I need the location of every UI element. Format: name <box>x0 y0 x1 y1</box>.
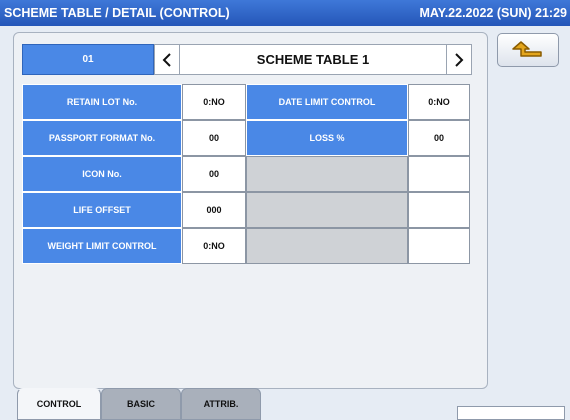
chevron-right-icon <box>455 52 464 67</box>
tab-attrib[interactable]: ATTRIB. <box>181 388 261 420</box>
icon-no-value[interactable]: 00 <box>182 156 246 192</box>
title-bar: SCHEME TABLE / DETAIL (CONTROL) MAY.22.2… <box>0 0 570 26</box>
empty-value-cell <box>408 192 470 228</box>
back-button[interactable] <box>497 33 559 67</box>
empty-value-cell <box>408 228 470 264</box>
life-offset-value[interactable]: 000 <box>182 192 246 228</box>
passport-format-value[interactable]: 00 <box>182 120 246 156</box>
loss-value[interactable]: 00 <box>408 120 470 156</box>
field-grid: RETAIN LOT No. 0:NO DATE LIMIT CONTROL 0… <box>22 84 470 264</box>
return-arrow-icon <box>512 41 542 57</box>
empty-label-cell <box>246 228 408 264</box>
date-limit-control-value[interactable]: 0:NO <box>408 84 470 120</box>
life-offset-label[interactable]: LIFE OFFSET <box>22 192 182 228</box>
next-button[interactable] <box>446 44 472 75</box>
passport-format-label[interactable]: PASSPORT FORMAT No. <box>22 120 182 156</box>
tab-control[interactable]: CONTROL <box>17 388 101 420</box>
loss-label[interactable]: LOSS % <box>246 120 408 156</box>
status-box <box>457 406 565 420</box>
scheme-id: 01 <box>22 44 154 75</box>
tab-basic[interactable]: BASIC <box>101 388 181 420</box>
window-title: SCHEME TABLE / DETAIL (CONTROL) <box>4 6 230 20</box>
empty-label-cell <box>246 156 408 192</box>
weight-limit-control-label[interactable]: WEIGHT LIMIT CONTROL <box>22 228 182 264</box>
empty-value-cell <box>408 156 470 192</box>
retain-lot-value[interactable]: 0:NO <box>182 84 246 120</box>
scheme-title: SCHEME TABLE 1 <box>180 44 446 75</box>
chevron-left-icon <box>162 52 171 67</box>
icon-no-label[interactable]: ICON No. <box>22 156 182 192</box>
date-limit-control-label[interactable]: DATE LIMIT CONTROL <box>246 84 408 120</box>
date-time: MAY.22.2022 (SUN) 21:29 <box>419 6 567 20</box>
retain-lot-label[interactable]: RETAIN LOT No. <box>22 84 182 120</box>
empty-label-cell <box>246 192 408 228</box>
prev-button[interactable] <box>154 44 180 75</box>
weight-limit-control-value[interactable]: 0:NO <box>182 228 246 264</box>
